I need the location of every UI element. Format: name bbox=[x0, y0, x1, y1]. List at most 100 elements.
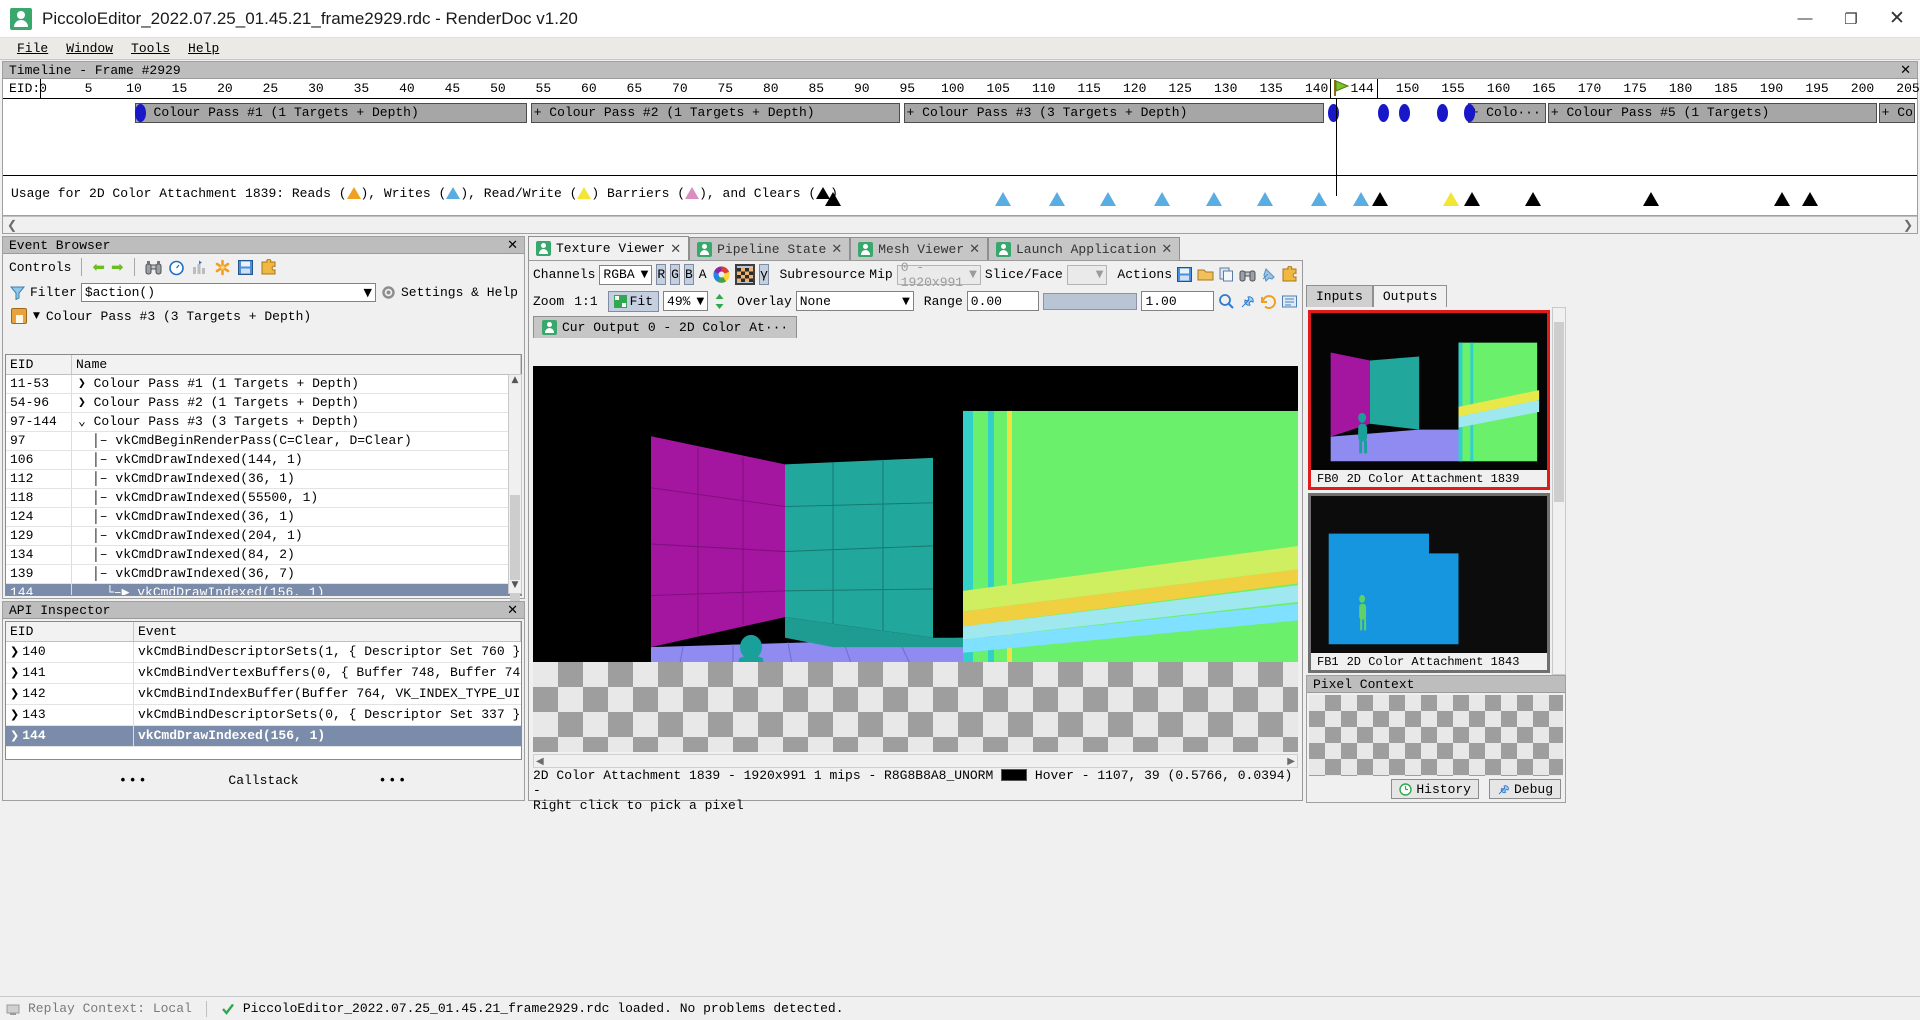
table-row[interactable]: 54-96 ❯ Colour Pass #2 (1 Targets + Depth… bbox=[6, 394, 521, 413]
table-row[interactable]: 11-53 ❯ Colour Pass #1 (1 Targets + Depth… bbox=[6, 375, 521, 394]
table-row[interactable]: 144 └–▶ vkCmdDrawIndexed(156, 1) bbox=[6, 584, 521, 595]
callstack-label[interactable]: Callstack bbox=[228, 773, 298, 788]
menu-tools[interactable]: Tools bbox=[122, 40, 179, 57]
usage-marker-clears[interactable] bbox=[1643, 192, 1660, 206]
timer-icon[interactable] bbox=[168, 259, 185, 276]
asterisk-icon[interactable] bbox=[214, 259, 231, 276]
timeline-scroll-right-icon[interactable]: ❯ bbox=[1903, 218, 1913, 232]
filter-input[interactable]: $action() ▼ bbox=[80, 282, 376, 302]
puzzle-icon[interactable] bbox=[1281, 264, 1298, 285]
timeline-body[interactable]: EID: 0 5 10 15 20 25 30 35 40 45 50 55 60 65 70 75 80 85 9… bbox=[3, 79, 1920, 216]
timeline-pass-block[interactable]: + Colour Pass #5 (1 Targets) bbox=[1547, 103, 1877, 123]
chevron-down-icon[interactable]: ▼ bbox=[364, 286, 372, 299]
timeline-event-marker[interactable] bbox=[1437, 104, 1448, 122]
table-row[interactable]: 97 │– vkCmdBeginRenderPass(C=Clear, D=Cle… bbox=[6, 432, 521, 451]
table-row[interactable]: 118 │– vkCmdDrawIndexed(55500, 1) bbox=[6, 489, 521, 508]
tab-close-icon[interactable]: ✕ bbox=[969, 241, 980, 257]
io-vscrollbar[interactable] bbox=[1552, 307, 1566, 675]
timeline-pass-block[interactable]: + Colour Pass #1 (1 Targets + Depth) bbox=[134, 103, 527, 123]
tab-close-icon[interactable]: ✕ bbox=[1161, 241, 1172, 257]
usage-marker-clears[interactable] bbox=[1802, 192, 1819, 206]
timeline-scroll-left-icon[interactable]: ❮ bbox=[7, 218, 17, 232]
usage-marker-clears[interactable] bbox=[825, 192, 842, 206]
event-browser-table[interactable]: EID Name 11-53 ❯ Colour Pass #1 (1 Target… bbox=[5, 354, 522, 596]
chevron-right-icon[interactable]: ❯ bbox=[10, 666, 19, 679]
timeline-pass-block[interactable]: + Colour· bbox=[1878, 103, 1915, 123]
usage-marker-writes[interactable] bbox=[1310, 192, 1327, 206]
chevron-right-icon[interactable]: ❯ bbox=[10, 687, 19, 700]
table-row[interactable]: 129 │– vkCmdDrawIndexed(204, 1) bbox=[6, 527, 521, 546]
usage-marker-readwrite[interactable] bbox=[1442, 192, 1459, 206]
autofit-icon[interactable] bbox=[1281, 291, 1298, 312]
texture-canvas[interactable] bbox=[533, 366, 1298, 752]
timeline-axis[interactable]: EID: 0 5 10 15 20 25 30 35 40 45 50 55 60 65 70 75 80 85 9… bbox=[3, 79, 1920, 99]
bar-chart-icon[interactable] bbox=[191, 259, 208, 276]
chevron-down-icon[interactable]: ▼ bbox=[33, 311, 40, 321]
chevron-right-icon[interactable]: ❯ bbox=[10, 729, 19, 742]
open-icon[interactable] bbox=[1197, 264, 1214, 285]
usage-marker-writes[interactable] bbox=[995, 192, 1012, 206]
table-row[interactable]: 97-144 ⌄ Colour Pass #3 (3 Targets + Dept… bbox=[6, 413, 521, 432]
maximize-button[interactable]: ❐ bbox=[1828, 0, 1874, 38]
timeline-hscrollbar[interactable]: ❮ ❯ bbox=[3, 216, 1917, 233]
scrollbar-thumb[interactable] bbox=[1554, 322, 1564, 502]
table-row[interactable]: 106 │– vkCmdDrawIndexed(144, 1) bbox=[6, 451, 521, 470]
replay-context-label[interactable]: Replay Context: Local bbox=[28, 1001, 192, 1016]
overlay-select[interactable]: None ▼ bbox=[795, 291, 914, 311]
zoom-one-to-one-button[interactable]: 1:1 bbox=[574, 294, 597, 309]
api-inspector-close-icon[interactable]: ✕ bbox=[507, 602, 518, 618]
tab-close-icon[interactable]: ✕ bbox=[670, 241, 681, 257]
binoculars-icon[interactable] bbox=[1239, 264, 1256, 285]
timeline-pass-row[interactable]: + Colour Pass #1 (1 Targets + Depth) + Co… bbox=[3, 103, 1917, 125]
minimize-button[interactable]: — bbox=[1782, 0, 1828, 38]
copy-icon[interactable] bbox=[1218, 264, 1235, 285]
channel-g-button[interactable]: G bbox=[670, 264, 680, 285]
flip-y-icon[interactable] bbox=[712, 291, 727, 312]
pin-icon[interactable] bbox=[1260, 264, 1277, 285]
gamma-button[interactable]: γ bbox=[758, 264, 770, 285]
binoculars-icon[interactable] bbox=[145, 259, 162, 276]
home-icon[interactable] bbox=[11, 308, 27, 324]
current-output-tab[interactable]: Cur Output 0 - 2D Color At··· bbox=[533, 316, 798, 338]
tab-pipeline-state[interactable]: Pipeline State ✕ bbox=[689, 237, 851, 260]
timeline-event-marker[interactable] bbox=[1377, 104, 1389, 122]
api-inspector-table[interactable]: EID Event ❯ 140 vkCmdBindDescriptorSets(1,… bbox=[5, 621, 522, 760]
timeline-pass-block[interactable]: + Colour Pass #3 (3 Targets + Depth) bbox=[903, 103, 1325, 123]
gear-icon[interactable] bbox=[380, 284, 397, 301]
table-row[interactable]: 124 │– vkCmdDrawIndexed(36, 1) bbox=[6, 508, 521, 527]
menu-help[interactable]: Help bbox=[179, 40, 228, 57]
usage-marker-writes[interactable] bbox=[1100, 192, 1117, 206]
timeline-event-marker[interactable] bbox=[134, 104, 146, 122]
debug-button[interactable]: Debug bbox=[1488, 779, 1561, 799]
usage-marker-clears[interactable] bbox=[1524, 192, 1541, 206]
zoom-select[interactable]: 49% ▼ bbox=[663, 291, 709, 311]
scroll-left-icon[interactable]: ◀ bbox=[536, 756, 544, 767]
table-row[interactable]: ❯ 143 vkCmdBindDescriptorSets(0, { Descrip… bbox=[6, 705, 521, 726]
table-row[interactable]: 134 │– vkCmdDrawIndexed(84, 2) bbox=[6, 546, 521, 565]
pixel-context-canvas[interactable] bbox=[1309, 695, 1563, 776]
timeline-close-icon[interactable]: ✕ bbox=[1900, 62, 1911, 78]
usage-marker-writes[interactable] bbox=[1352, 192, 1369, 206]
close-button[interactable]: ✕ bbox=[1874, 0, 1920, 38]
usage-marker-writes[interactable] bbox=[1257, 192, 1274, 206]
timeline-event-marker[interactable] bbox=[1398, 104, 1410, 122]
history-button[interactable]: History bbox=[1391, 779, 1479, 799]
usage-marker-writes[interactable] bbox=[1205, 192, 1222, 206]
range-min-input[interactable]: 0.00 bbox=[966, 291, 1040, 311]
reset-icon[interactable] bbox=[1260, 291, 1277, 312]
range-max-input[interactable]: 1.00 bbox=[1141, 291, 1215, 311]
table-row[interactable]: 139 │– vkCmdDrawIndexed(36, 7) bbox=[6, 565, 521, 584]
event-browser-close-icon[interactable]: ✕ bbox=[507, 237, 518, 253]
menu-file[interactable]: File bbox=[8, 40, 57, 57]
callstack-right-dots[interactable]: ••• bbox=[379, 773, 408, 788]
settings-help-label[interactable]: Settings & Help bbox=[401, 285, 518, 300]
back-arrow-icon[interactable]: ⬅ bbox=[92, 258, 105, 276]
tab-texture-viewer[interactable]: Texture Viewer ✕ bbox=[528, 236, 690, 260]
io-tab-outputs[interactable]: Outputs bbox=[1372, 285, 1448, 307]
zoom-fit-button[interactable]: Fit bbox=[607, 290, 660, 312]
table-row[interactable]: ❯ 141 vkCmdBindVertexBuffers(0, { Buffer 7… bbox=[6, 663, 521, 684]
timeline-pass-block[interactable]: + Colour Pass #2 (1 Targets + Depth) bbox=[530, 103, 900, 123]
usage-marker-clears[interactable] bbox=[1463, 192, 1480, 206]
channel-r-button[interactable]: R bbox=[656, 264, 667, 285]
callstack-left-dots[interactable]: ••• bbox=[119, 773, 148, 788]
